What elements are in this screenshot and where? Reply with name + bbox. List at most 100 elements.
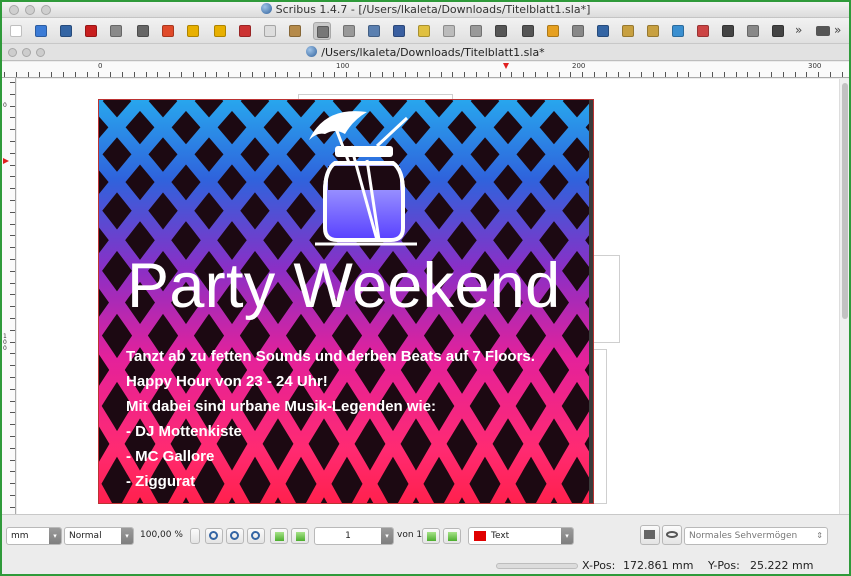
ruler-tick xyxy=(464,72,466,77)
horizontal-ruler[interactable]: 0 100 200 300 xyxy=(2,62,849,78)
vision-select[interactable]: Normales Sehvermögen ⇕ xyxy=(684,527,828,545)
preflight-button[interactable] xyxy=(134,22,152,40)
ruler-tick xyxy=(700,72,702,77)
toolbar-extra-icon[interactable] xyxy=(814,22,832,40)
rotate-button[interactable] xyxy=(569,22,587,40)
ruler-tick xyxy=(10,235,15,237)
copy-button[interactable] xyxy=(261,22,279,40)
unlink-frames-button[interactable] xyxy=(694,22,712,40)
previous-page-button[interactable] xyxy=(291,528,309,544)
ruler-tick xyxy=(10,483,15,485)
ruler-tick xyxy=(735,72,737,77)
table-button[interactable] xyxy=(415,22,433,40)
progress-bar xyxy=(496,563,578,569)
shape-button[interactable] xyxy=(440,22,458,40)
zoom-stepper[interactable] xyxy=(190,528,200,544)
ruler-tick xyxy=(523,72,525,77)
visual-appearance-button[interactable] xyxy=(662,525,682,545)
export-pdf-button[interactable] xyxy=(159,22,177,40)
ruler-tick xyxy=(10,129,15,131)
redo-button[interactable] xyxy=(211,22,229,40)
cut-icon xyxy=(239,25,251,37)
undo-button[interactable] xyxy=(184,22,202,40)
vertical-scrollbar[interactable] xyxy=(839,79,849,514)
ruler-tick xyxy=(10,318,15,319)
render-frame-button[interactable] xyxy=(390,22,408,40)
page-number-select[interactable]: 1 ▾ xyxy=(314,527,394,545)
zoom-in-button[interactable] xyxy=(247,528,265,544)
first-page-button[interactable] xyxy=(270,528,288,544)
ruler-tick xyxy=(334,72,336,77)
close-document-button[interactable] xyxy=(82,22,100,40)
zoom-icon xyxy=(597,25,609,37)
text-frame-button[interactable] xyxy=(340,22,358,40)
bezier-button[interactable] xyxy=(519,22,537,40)
first-page-icon xyxy=(275,532,284,541)
quality-value: Normal xyxy=(69,531,102,541)
scrollbar-thumb[interactable] xyxy=(842,83,848,319)
zoom-button[interactable] xyxy=(594,22,612,40)
document-canvas[interactable]: Party Weekend Tanzt ab zu fetten Sounds … xyxy=(17,79,839,514)
poster-headline[interactable]: Party Weekend xyxy=(127,250,560,322)
ruler-tick xyxy=(322,72,324,77)
zoom-out-button[interactable] xyxy=(205,528,223,544)
x-position-value: 172.861 mm xyxy=(623,559,694,572)
paste-button[interactable] xyxy=(286,22,304,40)
preview-mode-button[interactable] xyxy=(640,525,660,545)
ruler-tick xyxy=(393,72,395,77)
poster-body-text[interactable]: Tanzt ab zu fetten Sounds und derben Bea… xyxy=(126,348,586,498)
poster-page[interactable]: Party Weekend Tanzt ab zu fetten Sounds … xyxy=(98,99,594,504)
frame-outline-right-lower[interactable] xyxy=(593,349,607,504)
image-quality-select[interactable]: Normal ▾ xyxy=(64,527,134,545)
frame-outline-right[interactable] xyxy=(593,255,620,343)
copy-properties-button[interactable] xyxy=(744,22,762,40)
print-button[interactable] xyxy=(107,22,125,40)
app-window: Scribus 1.4.7 - [/Users/lkaleta/Download… xyxy=(2,2,849,574)
ruler-tick xyxy=(358,72,359,77)
measure-button[interactable] xyxy=(719,22,737,40)
ruler-tick xyxy=(251,72,253,77)
poster-line: Tanzt ab zu fetten Sounds und derben Bea… xyxy=(126,348,535,365)
select-button[interactable] xyxy=(313,22,331,40)
link-frames-button[interactable] xyxy=(669,22,687,40)
image-frame-button[interactable] xyxy=(365,22,383,40)
save-button[interactable] xyxy=(57,22,75,40)
edit-text-button[interactable] xyxy=(644,22,662,40)
layer-select[interactable]: Text ▾ xyxy=(468,527,574,545)
toolbar-overflow-button[interactable]: » xyxy=(795,23,802,37)
next-page-button[interactable] xyxy=(422,528,440,544)
poster-line: - Ziggurat xyxy=(126,473,196,490)
eyedropper-icon xyxy=(772,25,784,37)
vertical-ruler[interactable]: 0 1 0 0 xyxy=(2,78,16,514)
zoom-field[interactable]: 100,00 % xyxy=(136,527,188,545)
open-button[interactable] xyxy=(32,22,50,40)
edit-contents-button[interactable] xyxy=(619,22,637,40)
cut-button[interactable] xyxy=(236,22,254,40)
new-document-button[interactable] xyxy=(7,22,25,40)
toolbar-overflow-2-button[interactable]: » xyxy=(834,23,841,37)
ruler-tick xyxy=(10,329,15,331)
ruler-tick xyxy=(676,72,678,77)
status-bar: mm ▾ Normal ▾ 100,00 % 1 ▾ von 1 Text ▾ Norm… xyxy=(2,514,849,574)
zoom-100-button[interactable] xyxy=(226,528,244,544)
polygon-button[interactable] xyxy=(467,22,485,40)
ruler-tick xyxy=(476,72,477,77)
ruler-tick xyxy=(275,72,277,77)
measure-icon xyxy=(722,25,734,37)
line-button[interactable] xyxy=(492,22,510,40)
document-title: /Users/lkaleta/Downloads/Titelblatt1.sla… xyxy=(2,46,849,59)
zoom-in-icon xyxy=(251,531,260,540)
save-icon xyxy=(60,25,72,37)
eyedropper-button[interactable] xyxy=(769,22,787,40)
ruler-tick xyxy=(570,72,572,77)
page-number-value: 1 xyxy=(345,531,351,541)
ruler-tick xyxy=(10,377,15,378)
document-icon xyxy=(306,46,318,57)
ruler-tick xyxy=(299,72,300,77)
last-page-button[interactable] xyxy=(443,528,461,544)
ruler-tick xyxy=(688,72,690,77)
ruler-tick xyxy=(10,152,15,154)
table-icon xyxy=(418,25,430,37)
unit-select[interactable]: mm ▾ xyxy=(6,527,62,545)
freehand-button[interactable] xyxy=(544,22,562,40)
